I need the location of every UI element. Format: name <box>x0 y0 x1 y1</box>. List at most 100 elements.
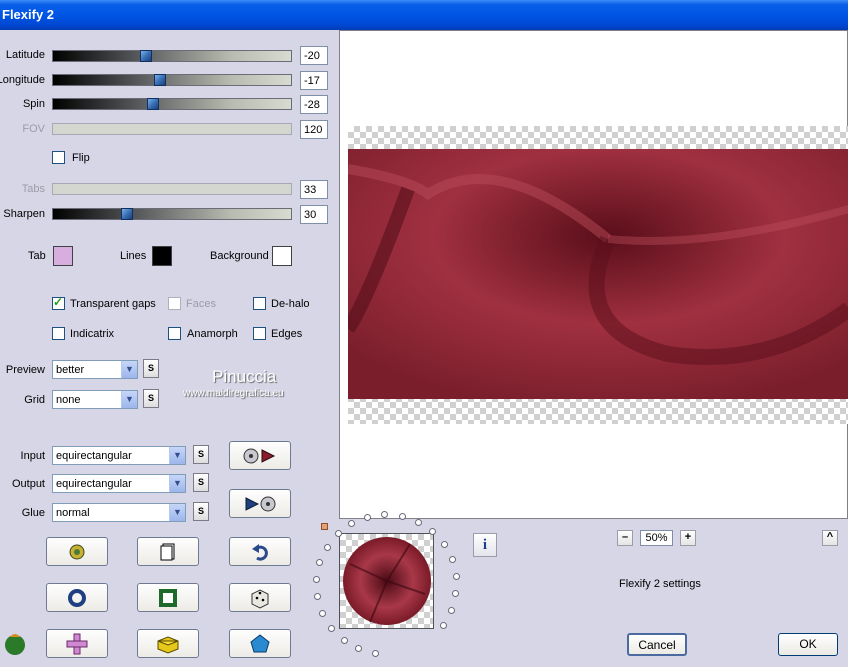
fov-slider <box>52 123 292 135</box>
play-backward-button[interactable] <box>229 489 291 518</box>
chevron-down-icon: ▼ <box>121 391 137 408</box>
latitude-slider-thumb[interactable] <box>140 50 152 62</box>
square-button[interactable] <box>137 583 199 612</box>
check-mark-icon: ✓ <box>53 295 64 309</box>
pentagon-icon <box>250 633 270 652</box>
grid-select[interactable]: none ▼ <box>52 390 138 409</box>
orbit-dot[interactable] <box>429 528 436 535</box>
fov-value[interactable]: 120 <box>300 120 328 139</box>
sphere-preview[interactable] <box>339 533 434 629</box>
longitude-value[interactable]: -17 <box>300 71 328 90</box>
orbit-dot[interactable] <box>355 645 362 652</box>
dice-button[interactable] <box>229 583 291 612</box>
orbit-dot[interactable] <box>441 541 448 548</box>
indicatrix-checkbox[interactable] <box>52 327 65 340</box>
orbit-dot[interactable] <box>452 590 459 597</box>
ring-icon <box>68 588 86 607</box>
grid-label: Grid <box>24 394 45 406</box>
orbit-dot[interactable] <box>348 520 355 527</box>
grid-value: none <box>56 394 81 406</box>
flip-checkbox[interactable] <box>52 151 65 164</box>
input-projection-select[interactable]: equirectangular ▼ <box>52 446 186 465</box>
orbit-dot[interactable] <box>316 559 323 566</box>
edges-checkbox[interactable] <box>253 327 266 340</box>
zoom-out-button[interactable]: – <box>617 530 633 546</box>
orbit-dot[interactable] <box>415 519 422 526</box>
orbit-dot[interactable] <box>440 622 447 629</box>
cross-net-icon <box>66 633 88 654</box>
lines-color-swatch[interactable] <box>152 246 172 266</box>
orbit-dot[interactable] <box>372 650 379 657</box>
ok-button[interactable]: OK <box>778 633 838 656</box>
sharpen-label: Sharpen <box>3 208 45 220</box>
zoom-in-button[interactable]: + <box>680 530 696 546</box>
grid-s-button[interactable]: S <box>143 389 159 408</box>
sharpen-slider-thumb[interactable] <box>121 208 133 220</box>
collapse-button[interactable]: ^ <box>822 530 838 546</box>
spin-slider-thumb[interactable] <box>147 98 159 110</box>
settings-label: Flexify 2 settings <box>619 578 701 590</box>
output-projection-value: equirectangular <box>56 478 132 490</box>
longitude-slider-thumb[interactable] <box>154 74 166 86</box>
pentagon-button[interactable] <box>229 629 291 658</box>
orbit-dot[interactable] <box>335 530 342 537</box>
longitude-slider[interactable] <box>52 74 292 86</box>
tab-color-swatch[interactable] <box>53 246 73 266</box>
chevron-down-icon: ▼ <box>169 447 185 464</box>
preview-quality-label: Preview <box>5 364 45 376</box>
anamorph-label: Anamorph <box>187 328 238 340</box>
spin-value[interactable]: -28 <box>300 95 328 114</box>
chevron-down-icon: ▼ <box>121 361 137 378</box>
orbit-dot[interactable] <box>453 573 460 580</box>
transparent-gaps-checkbox[interactable]: ✓ <box>52 295 65 310</box>
anamorph-checkbox[interactable] <box>168 327 181 340</box>
sphere-button[interactable] <box>46 583 108 612</box>
glue-select[interactable]: normal ▼ <box>52 503 186 522</box>
input-projection-value: equirectangular <box>56 450 132 462</box>
cross-button[interactable] <box>46 629 108 658</box>
tab-color-label: Tab <box>28 250 46 262</box>
undo-arrow-icon <box>252 543 268 561</box>
orbit-handle[interactable] <box>321 523 328 530</box>
undo-button[interactable] <box>229 537 291 566</box>
copy-button[interactable] <box>137 537 199 566</box>
orbit-dot[interactable] <box>381 511 388 518</box>
input-s-button[interactable]: S <box>193 445 209 464</box>
flexified-image <box>342 149 848 399</box>
orbit-dot[interactable] <box>319 610 326 617</box>
output-s-button[interactable]: S <box>193 473 209 492</box>
play-forward-button[interactable] <box>229 441 291 470</box>
latitude-value[interactable]: -20 <box>300 46 328 65</box>
glue-s-button[interactable]: S <box>193 502 209 521</box>
zoom-level[interactable]: 50% <box>640 530 673 546</box>
randomize-button[interactable] <box>46 537 108 566</box>
preview-canvas[interactable] <box>339 30 848 519</box>
orbit-dot[interactable] <box>341 637 348 644</box>
orbit-dot[interactable] <box>364 514 371 521</box>
orbit-dot[interactable] <box>448 607 455 614</box>
green-square-icon <box>159 588 177 607</box>
tabs-value[interactable]: 33 <box>300 180 328 199</box>
sharpen-slider[interactable] <box>52 208 292 220</box>
orbit-dot[interactable] <box>314 593 321 600</box>
faces-checkbox <box>168 297 181 310</box>
spin-slider[interactable] <box>52 98 292 110</box>
orbit-dot[interactable] <box>449 556 456 563</box>
disc-play-icon <box>243 448 276 463</box>
output-projection-select[interactable]: equirectangular ▼ <box>52 474 186 493</box>
latitude-label: Latitude <box>5 49 45 61</box>
orbit-dot[interactable] <box>328 625 335 632</box>
cancel-button[interactable]: Cancel <box>627 633 687 656</box>
orbit-dot[interactable] <box>324 544 331 551</box>
preview-quality-select[interactable]: better ▼ <box>52 360 138 379</box>
orbit-dot[interactable] <box>399 513 406 520</box>
latitude-slider[interactable] <box>52 50 292 62</box>
sharpen-value[interactable]: 30 <box>300 205 328 224</box>
info-button[interactable]: i <box>473 533 497 557</box>
cube-button[interactable] <box>137 629 199 658</box>
de-halo-checkbox[interactable] <box>253 297 266 310</box>
orbit-dot[interactable] <box>313 576 320 583</box>
preview-s-button[interactable]: S <box>143 359 159 378</box>
tabs-slider <box>52 183 292 195</box>
background-color-swatch[interactable] <box>272 246 292 266</box>
